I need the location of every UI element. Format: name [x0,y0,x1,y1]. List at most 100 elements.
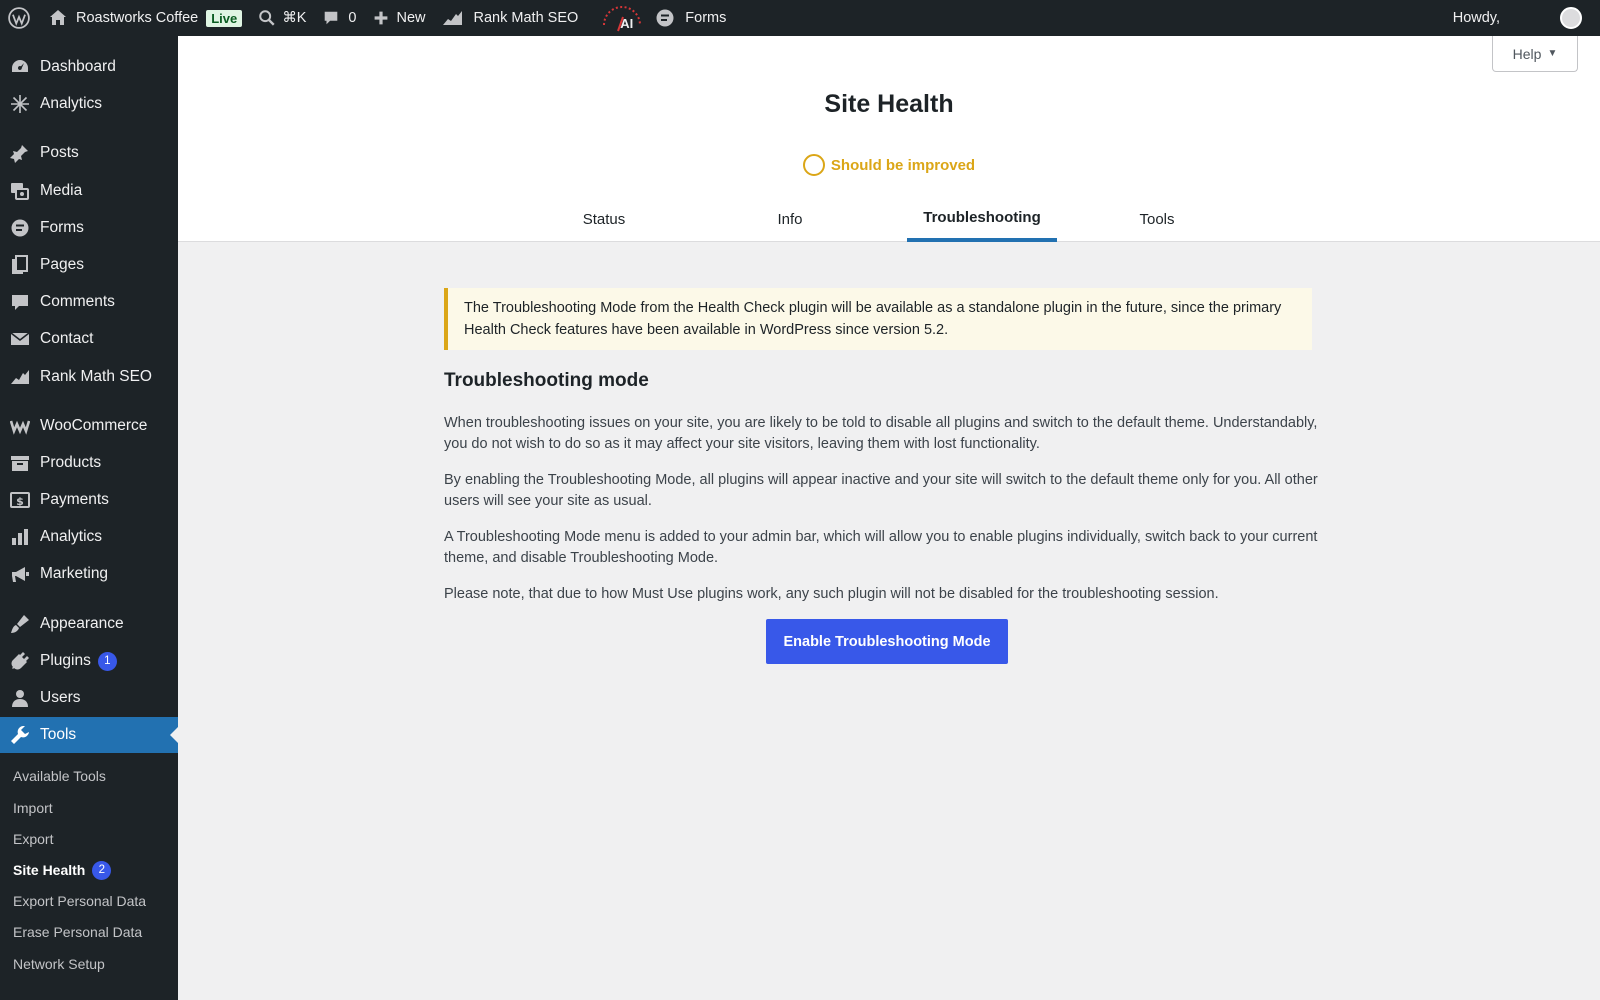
rankmath-link[interactable]: Rank Math SEO [434,0,587,36]
sidebar-item-label: Media [40,182,83,199]
sidebar-item-tools[interactable]: Tools [0,717,178,753]
paragraph: By enabling the Troubleshooting Mode, al… [444,472,1318,509]
comments-count: 0 [348,10,357,26]
sidebar-item-label: Payments [40,491,109,508]
caret-down-icon: ▼ [1547,48,1558,59]
svg-text:$: $ [16,495,24,508]
submenu-label: Import [13,800,53,816]
account-menu[interactable]: Howdy, [1445,0,1600,36]
sidebar-item-appearance[interactable]: Appearance [0,606,178,642]
submenu-import[interactable]: Import [0,793,178,823]
command-search-button[interactable]: ⌘K [250,0,314,36]
sidebar-item-analytics[interactable]: Analytics [0,86,178,122]
sidebar-item-products[interactable]: Products [0,445,178,481]
wordpress-logo-icon [8,7,30,29]
submenu-export-personal-data[interactable]: Export Personal Data [0,886,178,916]
megaphone-icon [10,564,30,584]
plugins-update-badge: 1 [97,651,117,671]
comment-icon [10,292,30,312]
sidebar-item-label: WooCommerce [40,417,148,434]
progress-ring-icon [802,154,825,176]
tab-troubleshooting[interactable]: Troubleshooting [907,196,1057,242]
submenu-label: Erase Personal Data [13,924,143,940]
tab-label: Troubleshooting [923,208,1041,226]
pin-icon [10,143,30,163]
enable-troubleshooting-button[interactable]: Enable Troubleshooting Mode [766,619,1008,664]
forms-icon [10,218,30,238]
pages-icon [10,255,30,275]
submenu-export[interactable]: Export [0,824,178,854]
submenu-erase-personal-data[interactable]: Erase Personal Data [0,917,178,947]
section-title: Troubleshooting mode [444,370,649,391]
sidebar-item-posts[interactable]: Posts [0,135,178,171]
brush-icon [10,614,30,634]
search-shortcut: ⌘K [282,10,307,26]
sidebar-item-media[interactable]: Media [0,173,178,209]
live-badge: Live [206,9,243,27]
sidebar-item-label: Users [40,689,81,706]
comment-icon [325,11,338,25]
new-label: New [396,10,426,26]
analytics-icon [10,94,30,114]
tab-label: Status [582,210,626,228]
wordpress-logo-button[interactable] [0,0,40,36]
tab-status[interactable]: Status [544,196,664,242]
rankmath-icon [10,367,30,387]
new-content-link[interactable]: New [365,0,434,36]
sidebar-item-contact[interactable]: Contact [0,321,178,357]
sidebar-item-payments[interactable]: $ Payments [0,482,178,518]
woo-icon [10,416,30,436]
site-name-link[interactable]: Roastworks Coffee Live [40,0,250,36]
sidebar-item-pages[interactable]: Pages [0,247,178,283]
admin-bar: Roastworks Coffee Live ⌘K 0 New Rank Mat… [0,0,1600,36]
submenu-label: Export [13,831,54,847]
plug-icon [10,651,30,671]
tab-tools[interactable]: Tools [1097,196,1217,242]
sidebar-item-label: Comments [40,293,115,310]
sidebar-item-marketing[interactable]: Marketing [0,556,178,592]
sidebar-item-forms[interactable]: Forms [0,210,178,246]
sidebar-item-label: Products [40,454,102,471]
site-health-header: Help ▼ Site Health Should be improved St… [178,36,1600,242]
wrench-icon [10,725,30,745]
forms-link[interactable]: Forms [647,0,734,36]
health-status: Should be improved [178,154,1600,176]
paragraph: When troubleshooting issues on your site… [444,415,1318,452]
help-label: Help [1512,45,1542,62]
tab-label: Tools [1139,210,1175,228]
health-status-label: Should be improved [830,156,976,174]
sidebar-item-label: Rank Math SEO [40,368,152,385]
submenu-network-setup[interactable]: Network Setup [0,949,178,979]
archive-icon [10,453,30,473]
sidebar-item-analytics-woo[interactable]: Analytics [0,519,178,555]
plus-icon [374,11,387,25]
home-icon [50,10,66,25]
submenu-available-tools[interactable]: Available Tools [0,761,178,791]
sidebar-item-comments[interactable]: Comments [0,284,178,320]
site-health-tabs: Status Info Troubleshooting Tools [178,196,1600,242]
sidebar-item-label: Forms [40,219,84,236]
sidebar-item-woocommerce[interactable]: WooCommerce [0,408,178,444]
sidebar-item-label: Tools [40,726,77,743]
paragraph: A Troubleshooting Mode menu is added to … [444,529,1318,566]
sidebar-item-dashboard[interactable]: Dashboard [0,49,178,85]
comments-link[interactable]: 0 [314,0,364,36]
submenu-label: Site Health [13,862,86,878]
sidebar-item-label: Pages [40,256,84,273]
tab-label: Info [777,210,803,228]
sidebar-item-label: Posts [40,144,79,161]
submenu-site-health[interactable]: Site Health 2 [0,855,178,885]
user-icon [10,688,30,708]
sidebar-item-rank-math-seo[interactable]: Rank Math SEO [0,359,178,395]
troubleshooting-content: The Troubleshooting Mode from the Health… [444,288,1330,664]
sidebar-item-users[interactable]: Users [0,680,178,716]
help-button[interactable]: Help ▼ [1492,36,1578,72]
bar-chart-icon [10,527,30,547]
site-health-badge: 2 [92,860,112,880]
submenu-label: Network Setup [13,956,105,972]
page-title: Site Health [824,90,954,118]
sidebar-item-label: Appearance [40,615,124,632]
payment-icon: $ [10,490,30,510]
sidebar-item-plugins[interactable]: Plugins 1 [0,643,178,679]
tab-info[interactable]: Info [730,196,850,242]
